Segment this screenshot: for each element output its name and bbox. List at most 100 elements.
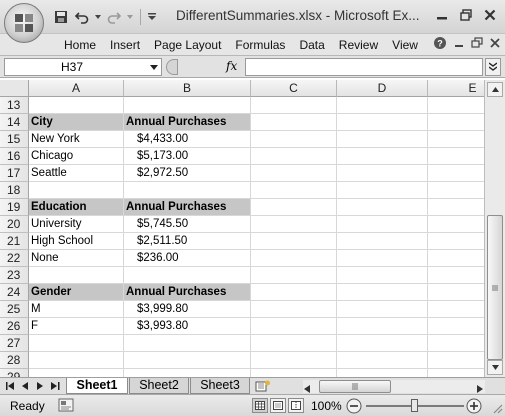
undo-dropdown-icon[interactable]	[94, 8, 102, 26]
macro-recording-icon[interactable]	[58, 398, 76, 413]
cell-d24[interactable]	[337, 284, 428, 301]
sheet-tab-sheet2[interactable]: Sheet2	[129, 378, 189, 394]
cell-d13[interactable]	[337, 97, 428, 114]
cell-e13[interactable]	[428, 97, 484, 114]
cell-c20[interactable]	[251, 216, 337, 233]
workbook-minimize-icon[interactable]	[453, 37, 465, 52]
vertical-scrollbar[interactable]	[484, 80, 505, 377]
office-button[interactable]	[4, 3, 44, 43]
cell-e24[interactable]	[428, 284, 484, 301]
column-header-a[interactable]: A	[29, 80, 124, 97]
cell-a14[interactable]: City	[29, 114, 124, 131]
save-icon[interactable]	[52, 8, 70, 26]
cell-e23[interactable]	[428, 267, 484, 284]
cell-e20[interactable]	[428, 216, 484, 233]
cell-a23[interactable]	[29, 267, 124, 284]
cell-e14[interactable]	[428, 114, 484, 131]
page-layout-view-icon[interactable]	[270, 398, 286, 413]
cell-c24[interactable]	[251, 284, 337, 301]
column-header-e[interactable]: E	[428, 80, 484, 97]
horizontal-scrollbar[interactable]	[303, 380, 485, 393]
cell-c23[interactable]	[251, 267, 337, 284]
expand-formula-bar-icon[interactable]	[485, 58, 501, 76]
row-header[interactable]: 24	[0, 284, 29, 301]
cell-a13[interactable]	[29, 97, 124, 114]
cell-a19[interactable]: Education	[29, 199, 124, 216]
cell-c25[interactable]	[251, 301, 337, 318]
redo-icon[interactable]	[105, 8, 123, 26]
cell-c13[interactable]	[251, 97, 337, 114]
row-header[interactable]: 13	[0, 97, 29, 114]
row-header[interactable]: 28	[0, 352, 29, 369]
cell-b13[interactable]	[124, 97, 251, 114]
page-break-preview-icon[interactable]	[288, 398, 304, 413]
cell-b21[interactable]: $2,511.50	[124, 233, 251, 250]
cell-b22[interactable]: $236.00	[124, 250, 251, 267]
cell-d27[interactable]	[337, 335, 428, 352]
restore-icon[interactable]	[455, 5, 477, 25]
normal-view-icon[interactable]	[252, 398, 268, 413]
next-sheet-icon[interactable]	[34, 380, 46, 392]
row-header[interactable]: 20	[0, 216, 29, 233]
cell-a20[interactable]: University	[29, 216, 124, 233]
cell-d29[interactable]	[337, 369, 428, 377]
cell-c17[interactable]	[251, 165, 337, 182]
row-header[interactable]: 17	[0, 165, 29, 182]
cell-c28[interactable]	[251, 352, 337, 369]
cell-b20[interactable]: $5,745.50	[124, 216, 251, 233]
column-header-d[interactable]: D	[337, 80, 428, 97]
row-header[interactable]: 14	[0, 114, 29, 131]
last-sheet-icon[interactable]	[49, 380, 61, 392]
row-header[interactable]: 26	[0, 318, 29, 335]
row-header[interactable]: 23	[0, 267, 29, 284]
tab-review[interactable]: Review	[332, 37, 385, 52]
cell-a16[interactable]: Chicago	[29, 148, 124, 165]
tab-data[interactable]: Data	[292, 37, 331, 52]
cell-b29[interactable]	[124, 369, 251, 377]
insert-function-button[interactable]: fx	[226, 59, 237, 73]
cell-e29[interactable]	[428, 369, 484, 377]
cell-a28[interactable]	[29, 352, 124, 369]
horizontal-scroll-thumb[interactable]	[319, 380, 391, 393]
cell-b16[interactable]: $5,173.00	[124, 148, 251, 165]
name-box-dropdown-icon[interactable]	[150, 65, 158, 70]
cell-c14[interactable]	[251, 114, 337, 131]
cell-d18[interactable]	[337, 182, 428, 199]
cell-a27[interactable]	[29, 335, 124, 352]
cell-c15[interactable]	[251, 131, 337, 148]
column-header-c[interactable]: C	[251, 80, 337, 97]
sheet-tab-sheet3[interactable]: Sheet3	[190, 378, 250, 394]
cell-e27[interactable]	[428, 335, 484, 352]
row-header[interactable]: 25	[0, 301, 29, 318]
row-header[interactable]: 21	[0, 233, 29, 250]
cell-d17[interactable]	[337, 165, 428, 182]
cell-b17[interactable]: $2,972.50	[124, 165, 251, 182]
vertical-scroll-thumb[interactable]	[487, 215, 503, 360]
cell-e28[interactable]	[428, 352, 484, 369]
cell-c16[interactable]	[251, 148, 337, 165]
name-box-resize-handle[interactable]	[166, 59, 178, 75]
cell-e17[interactable]	[428, 165, 484, 182]
cell-b23[interactable]	[124, 267, 251, 284]
undo-icon[interactable]	[73, 8, 91, 26]
zoom-level[interactable]: 100%	[311, 399, 342, 413]
customize-icon[interactable]	[147, 8, 157, 26]
cell-b26[interactable]: $3,993.80	[124, 318, 251, 335]
redo-dropdown-icon[interactable]	[126, 8, 134, 26]
cell-a26[interactable]: F	[29, 318, 124, 335]
cell-e25[interactable]	[428, 301, 484, 318]
zoom-out-icon[interactable]	[346, 398, 362, 414]
tab-home[interactable]: Home	[57, 37, 103, 52]
cell-a21[interactable]: High School	[29, 233, 124, 250]
cell-e16[interactable]	[428, 148, 484, 165]
cell-e26[interactable]	[428, 318, 484, 335]
column-header-b[interactable]: B	[124, 80, 251, 97]
help-icon[interactable]: ?	[433, 36, 447, 53]
row-header[interactable]: 16	[0, 148, 29, 165]
minimize-icon[interactable]	[431, 5, 453, 25]
cell-d15[interactable]	[337, 131, 428, 148]
tab-view[interactable]: View	[385, 37, 425, 52]
cell-c26[interactable]	[251, 318, 337, 335]
zoom-slider-thumb[interactable]	[411, 399, 418, 412]
cell-b28[interactable]	[124, 352, 251, 369]
